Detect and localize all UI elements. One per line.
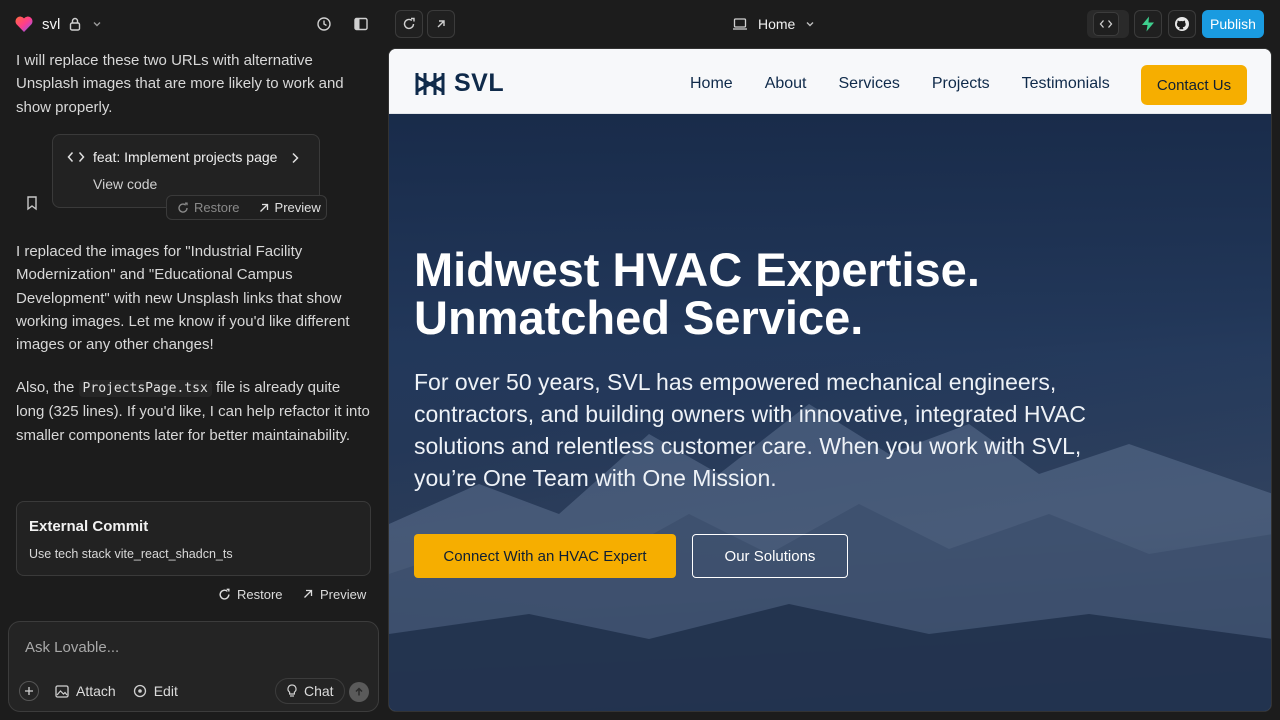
restore-button[interactable]: Restore <box>177 200 240 215</box>
image-icon <box>55 684 69 698</box>
contact-us-button[interactable]: Contact Us <box>1141 65 1247 105</box>
nav-services[interactable]: Services <box>839 75 900 93</box>
history-button[interactable] <box>310 10 338 38</box>
restore-label: Restore <box>194 200 240 215</box>
hero-description: For over 50 years, SVL has empowered mec… <box>414 369 1087 491</box>
site-nav-links: Home About Services Projects Testimonial… <box>690 75 1142 93</box>
file-name-code: ProjectsPage.tsx <box>78 380 212 397</box>
github-button[interactable] <box>1168 10 1196 38</box>
assistant-message-followup: Also, the ProjectsPage.tsx file is alrea… <box>16 376 372 447</box>
top-bar: svl Home Publish <box>0 0 1280 48</box>
assistant-message-intro: I will replace these two URLs with alter… <box>16 52 344 116</box>
refresh-icon <box>403 17 415 30</box>
attach-button[interactable]: Attach <box>55 683 116 699</box>
add-button[interactable] <box>19 681 39 701</box>
project-name: svl <box>42 15 61 33</box>
hero-title: Midwest HVAC Expertise. Unmatched Servic… <box>414 246 1234 342</box>
plus-icon <box>25 687 33 695</box>
external-preview-button[interactable]: Preview <box>302 586 366 602</box>
page-selector-label: Home <box>758 16 796 32</box>
lightbulb-icon <box>287 684 297 697</box>
publish-button[interactable]: Publish <box>1202 10 1264 38</box>
assistant-message-reply: I replaced the images for "Industrial Fa… <box>16 243 350 354</box>
nav-projects[interactable]: Projects <box>932 75 990 93</box>
nav-testimonials[interactable]: Testimonials <box>1022 75 1110 93</box>
followup-prefix: Also, the <box>16 379 75 396</box>
hero-title-line-2: Unmatched Service. <box>414 291 864 344</box>
page-selector[interactable]: Home <box>732 12 815 36</box>
laptop-icon <box>733 18 747 30</box>
github-icon <box>1175 17 1189 31</box>
project-switcher[interactable]: svl <box>14 12 104 36</box>
chevron-down-icon <box>806 22 814 27</box>
bookmark-button[interactable] <box>24 195 40 211</box>
arrow-up-right-icon <box>437 20 445 28</box>
preview-label: Preview <box>274 200 321 215</box>
edit-button[interactable]: Edit <box>133 683 178 699</box>
open-external-button[interactable] <box>427 10 455 38</box>
site-preview: SVL Home About Services Projects Testimo… <box>388 48 1272 712</box>
code-view-toggle[interactable] <box>1087 10 1129 38</box>
external-restore-label: Restore <box>237 586 283 602</box>
arrow-up-right-icon <box>259 203 268 212</box>
restore-icon <box>219 588 230 600</box>
chat-input[interactable]: Ask Lovable... <box>25 639 119 656</box>
commit-actions: Restore Preview <box>166 195 327 220</box>
toggle-sidebar-button[interactable] <box>347 10 375 38</box>
supabase-bolt-icon <box>1142 16 1154 32</box>
hero-title-line-1: Midwest HVAC Expertise. <box>414 243 980 296</box>
refresh-button[interactable] <box>395 10 423 38</box>
site-navbar: SVL Home About Services Projects Testimo… <box>389 49 1271 114</box>
arrow-up-icon <box>355 687 363 696</box>
nav-about[interactable]: About <box>765 75 807 93</box>
target-icon <box>133 684 146 698</box>
chat-composer: Ask Lovable... Attach Edit Chat <box>8 621 379 712</box>
attach-label: Attach <box>76 683 116 699</box>
send-button[interactable] <box>349 682 369 702</box>
logo-text: SVL <box>454 68 505 97</box>
chat-panel: I will replace these two URLs with alter… <box>0 48 388 720</box>
external-commit-title: External Commit <box>29 518 149 535</box>
code-icon <box>67 152 85 162</box>
arrow-up-right-icon <box>304 589 313 598</box>
preview-button[interactable]: Preview <box>258 200 321 215</box>
chevron-down-icon <box>90 17 104 31</box>
lock-icon <box>68 17 82 31</box>
external-preview-label: Preview <box>320 586 367 602</box>
external-commit-card[interactable]: External Commit Use tech stack vite_reac… <box>16 501 371 576</box>
nav-home[interactable]: Home <box>690 75 733 93</box>
chevron-right-icon <box>292 152 299 164</box>
site-logo[interactable]: SVL <box>414 69 504 97</box>
commit-title: feat: Implement projects page <box>93 149 278 165</box>
external-restore-button[interactable]: Restore <box>218 586 283 602</box>
svl-logo-icon <box>415 73 445 95</box>
bookmark-icon <box>27 196 37 211</box>
lovable-logo-icon <box>15 16 33 32</box>
history-icon <box>317 17 331 31</box>
hero-section: Midwest HVAC Expertise. Unmatched Servic… <box>389 114 1271 711</box>
sidebar-icon <box>354 17 368 31</box>
chat-mode-button[interactable]: Chat <box>275 678 345 704</box>
edit-label: Edit <box>153 683 178 699</box>
external-commit-subtitle: Use tech stack vite_react_shadcn_ts <box>29 547 233 561</box>
chat-mode-label: Chat <box>304 683 334 699</box>
connect-expert-button[interactable]: Connect With an HVAC Expert <box>414 534 676 578</box>
code-icon <box>1093 12 1119 36</box>
supabase-button[interactable] <box>1134 10 1162 38</box>
our-solutions-button[interactable]: Our Solutions <box>692 534 848 578</box>
view-code-link[interactable]: View code <box>93 176 157 192</box>
composer-toolbar: Attach Edit <box>19 679 178 703</box>
restore-icon <box>178 202 188 213</box>
